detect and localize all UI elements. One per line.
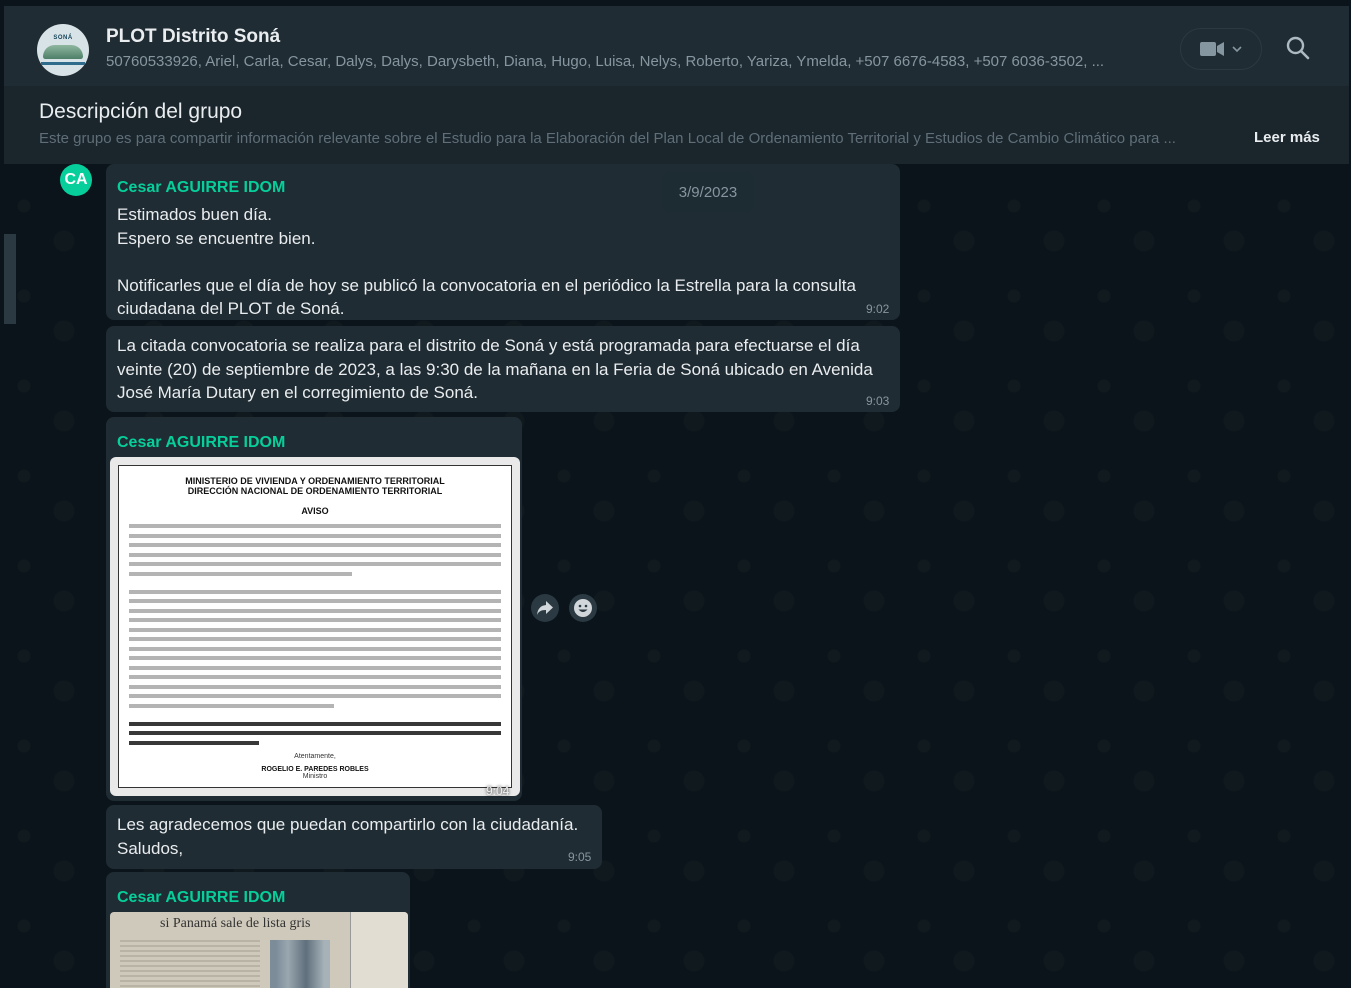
chat-header[interactable]: SONÁ PLOT Distrito Soná 50760533926, Ari… [4, 6, 1349, 86]
sender-name[interactable]: Cesar AGUIRRE IDOM [117, 179, 285, 197]
newspaper-text-columns [120, 940, 260, 988]
document-image[interactable]: MINISTERIO DE VIVIENDA Y ORDENAMIENTO TE… [110, 457, 520, 796]
document-body [129, 524, 501, 745]
group-avatar-brand: SONÁ [53, 35, 73, 41]
message-bubble[interactable]: Cesar AGUIRRE IDOM Estimados buen día. E… [106, 164, 900, 320]
group-description-banner[interactable]: Descripción del grupo Este grupo es para… [4, 86, 1349, 164]
message-line: Espero se encuentre bien. [117, 228, 316, 248]
message-line: Saludos, [117, 838, 184, 858]
chevron-down-icon [1232, 46, 1242, 53]
description-text: Este grupo es para compartir información… [39, 130, 1176, 147]
emoji-icon [574, 599, 592, 617]
message-line: Les agradecemos que puedan compartirlo c… [117, 815, 579, 834]
document-subheading: DIRECCIÓN NACIONAL DE ORDENAMIENTO TERRI… [187, 486, 443, 496]
newspaper-headline: si Panamá sale de lista gris [160, 916, 311, 931]
chat-window: SONÁ PLOT Distrito Soná 50760533926, Ari… [4, 6, 1349, 988]
message-line: José María Dutary en el corregimiento de… [117, 383, 478, 402]
sender-name[interactable]: Cesar AGUIRRE IDOM [117, 434, 285, 452]
message-line: veinte (20) de septiembre de 2023, a las… [117, 359, 873, 379]
document-page: MINISTERIO DE VIVIENDA Y ORDENAMIENTO TE… [118, 465, 512, 788]
document-closing: Atentamente, [294, 752, 336, 760]
scrollbar[interactable] [4, 234, 16, 324]
sender-name[interactable]: Cesar AGUIRRE IDOM [117, 889, 285, 907]
forward-button[interactable] [531, 594, 559, 622]
date-chip: 3/9/2023 [662, 172, 754, 212]
newspaper-side-column [350, 912, 408, 988]
description-title: Descripción del grupo [39, 100, 243, 123]
react-button[interactable] [569, 594, 597, 622]
group-avatar[interactable]: SONÁ [37, 24, 89, 76]
message-text: Estimados buen día. Espero se encuentre … [117, 203, 856, 321]
document-role: Ministro [302, 772, 328, 780]
forward-icon [537, 601, 553, 615]
newspaper-photo [270, 940, 330, 988]
avatar[interactable]: CA [60, 164, 92, 196]
video-call-button[interactable] [1180, 28, 1262, 70]
read-more-link[interactable]: Leer más [1254, 129, 1320, 146]
message-line: Notificarles que el día de hoy se public… [117, 275, 856, 295]
message-bubble[interactable]: Les agradecemos que puedan compartirlo c… [106, 805, 602, 869]
message-time: 9:05 [568, 850, 592, 864]
video-camera-icon [1200, 42, 1224, 56]
message-line [117, 250, 856, 274]
message-text: Les agradecemos que puedan compartirlo c… [117, 813, 578, 860]
avatar-stripe [41, 62, 85, 65]
message-line: ciudadana del PLOT de Soná. [117, 299, 345, 318]
avatar-landscape-icon [43, 45, 83, 59]
message-time: 9:03 [866, 394, 890, 408]
document-heading: MINISTERIO DE VIVIENDA Y ORDENAMIENTO TE… [185, 476, 445, 486]
group-title[interactable]: PLOT Distrito Soná [106, 26, 280, 48]
message-text: La citada convocatoria se realiza para e… [117, 334, 873, 405]
message-time: 9:04 [486, 784, 510, 798]
document-aviso: AVISO [301, 506, 329, 516]
search-button[interactable] [1280, 30, 1316, 66]
search-icon [1286, 36, 1310, 60]
group-members[interactable]: 50760533926, Ariel, Carla, Cesar, Dalys,… [106, 53, 1141, 70]
message-line: La citada convocatoria se realiza para e… [117, 336, 860, 355]
message-time: 9:02 [866, 302, 890, 316]
message-bubble[interactable]: La citada convocatoria se realiza para e… [106, 326, 900, 412]
document-signer: ROGELIO E. PAREDES ROBLES [261, 765, 369, 773]
newspaper-image[interactable]: si Panamá sale de lista gris [110, 912, 408, 988]
